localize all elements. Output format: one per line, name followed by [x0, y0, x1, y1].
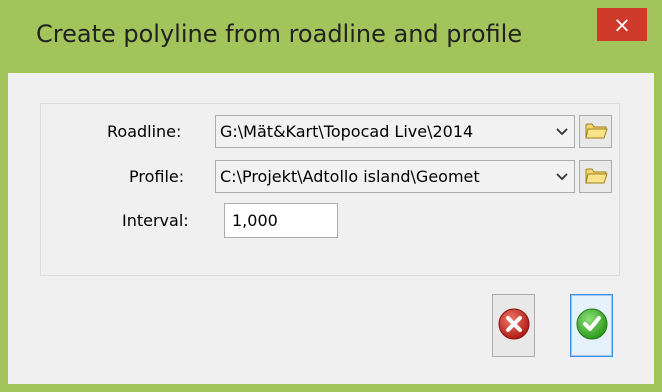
profile-value: C:\Projekt\Adtollo island\Geomet: [220, 167, 480, 186]
ok-icon: [575, 307, 609, 345]
roadline-label: Roadline:: [107, 122, 182, 141]
folder-icon: [584, 165, 608, 189]
chevron-down-icon: [550, 161, 574, 192]
window-title: Create polyline from roadline and profil…: [36, 20, 523, 48]
roadline-value: G:\Mät&Kart\Topocad Live\2014: [220, 122, 474, 141]
profile-select[interactable]: C:\Projekt\Adtollo island\Geomet: [215, 160, 575, 193]
dialog-body: Roadline: G:\Mät&Kart\Topocad Live\2014 …: [8, 73, 654, 384]
dialog-window: Create polyline from roadline and profil…: [0, 0, 662, 392]
chevron-down-icon: [550, 116, 574, 147]
interval-input[interactable]: 1,000: [224, 203, 338, 238]
ok-button[interactable]: [570, 294, 613, 357]
roadline-browse-button[interactable]: [579, 115, 612, 148]
cancel-icon: [497, 307, 531, 345]
interval-label: Interval:: [122, 211, 189, 230]
roadline-select[interactable]: G:\Mät&Kart\Topocad Live\2014: [215, 115, 575, 148]
settings-group: Roadline: G:\Mät&Kart\Topocad Live\2014 …: [40, 103, 620, 276]
profile-browse-button[interactable]: [579, 160, 612, 193]
folder-icon: [584, 120, 608, 144]
close-icon: ×: [613, 12, 631, 37]
close-button[interactable]: ×: [597, 8, 647, 41]
cancel-button[interactable]: [492, 294, 535, 357]
profile-label: Profile:: [129, 167, 185, 186]
